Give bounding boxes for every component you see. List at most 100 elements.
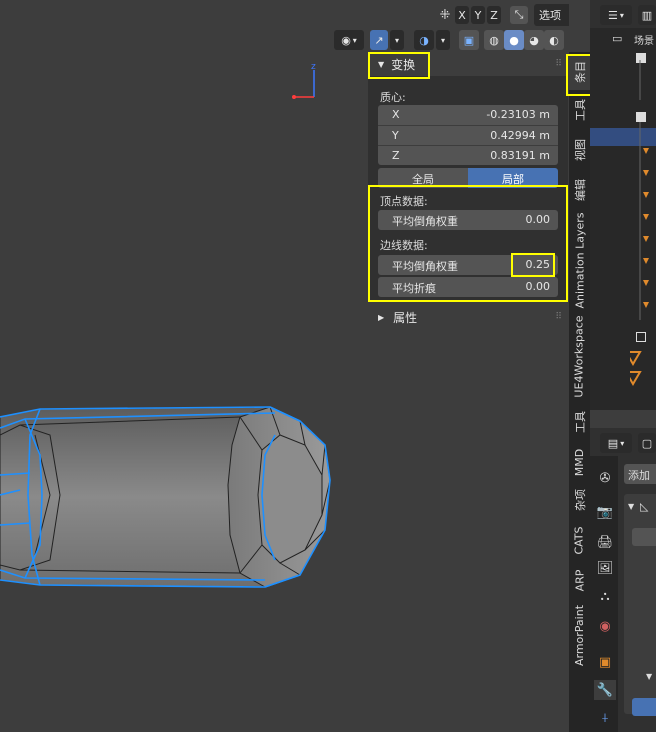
mirror-x-toggle[interactable]: X	[455, 6, 469, 24]
visibility-dropdown[interactable]: ◉ ▾	[334, 30, 364, 50]
tab-tool[interactable]: 工具	[569, 92, 590, 128]
vertex-bevel-weight-field[interactable]: 平均倒角权重 0.00	[378, 210, 558, 230]
edge-crease-label: 平均折痕	[392, 282, 436, 295]
collapse-triangle-icon: ▼	[378, 59, 385, 69]
square-icon: ▢	[641, 436, 653, 450]
modifier-apply-button[interactable]	[632, 698, 656, 716]
shading-rendered[interactable]: ◐	[544, 30, 564, 50]
median-x-value: -0.23103 m	[486, 108, 550, 121]
transform-panel-header[interactable]: ▼ 变换 ⠿	[368, 52, 568, 76]
options-dropdown[interactable]: 选项 ⌄	[534, 4, 569, 26]
modifier-field[interactable]	[632, 528, 656, 546]
tab-cats[interactable]: CATS	[569, 520, 590, 560]
sidebar-tabs: 条目 工具 视图 编辑 Animation Layers UE4Workspac…	[566, 52, 598, 732]
tab-edit[interactable]: 编辑	[569, 172, 590, 208]
tab-view[interactable]: 视图	[569, 132, 590, 168]
xray-toggle[interactable]: ▣	[459, 30, 479, 50]
view-layer-icon[interactable]: 🖼	[594, 558, 616, 578]
attributes-panel-header[interactable]: ▶ 属性 ⠿	[368, 305, 568, 329]
properties-icon: ▤	[607, 436, 619, 450]
median-y-field[interactable]: Y 0.42994 m	[378, 125, 558, 145]
chevron-down-icon: ⌄	[568, 5, 569, 18]
world-icon[interactable]: ◉	[594, 616, 616, 636]
display-mode-dropdown[interactable]: ☰ ▾	[600, 5, 632, 25]
filter-icon: ▥	[641, 8, 653, 22]
mirror-icon[interactable]: ⁜	[436, 6, 454, 24]
filter-button[interactable]: ▥	[638, 5, 656, 25]
scene-collection-row[interactable]: ▭ 场景	[590, 30, 656, 48]
tab-item[interactable]: 条目	[569, 54, 590, 90]
modifier-icon: ◺	[640, 500, 649, 513]
add-modifier-label: 添加	[628, 469, 650, 482]
outliner: ☰ ▾ ▥ ▭ 场景	[590, 0, 656, 410]
object-icon[interactable]: ▣	[594, 652, 616, 672]
attributes-title: 属性	[393, 310, 418, 325]
eye-icon: ◉	[341, 33, 351, 47]
gizmo-dropdown[interactable]: ▾	[390, 30, 404, 50]
overlay-dropdown[interactable]: ▾	[436, 30, 450, 50]
vertex-bevel-weight-value: 0.00	[525, 213, 551, 226]
sidebar-panel: ▼ 变换 ⠿ 质心: X -0.23103 m Y 0.42994 m Z 0.…	[368, 52, 568, 332]
shading-material[interactable]: ◕	[524, 30, 544, 50]
tab-armorpaint[interactable]: ArmorPaint	[569, 602, 590, 668]
edge-bevel-weight-field[interactable]: 平均倒角权重 0.25	[378, 255, 558, 275]
output-icon[interactable]: 🖨	[594, 532, 616, 552]
edge-crease-field[interactable]: 平均折痕 0.00	[378, 277, 558, 297]
shading-solid[interactable]: ●	[504, 30, 524, 50]
wireframe-sphere-icon: ◍	[489, 33, 499, 47]
properties-editor: ▤ ▾ ▢ ✇ 📷 🖨 🖼 ⛬ ◉ ▣ 🔧 ⍭ 添加 ▼ ◺ ▼	[590, 428, 656, 732]
mirror-z-toggle[interactable]: Z	[487, 6, 501, 24]
tab-ue4workspace[interactable]: UE4Workspace	[569, 314, 590, 398]
modifier-wrench-icon[interactable]: 🔧	[594, 680, 616, 700]
add-modifier-button[interactable]: 添加	[624, 464, 656, 484]
xray-icon: ▣	[463, 33, 475, 47]
transform-title: 变换	[391, 57, 416, 72]
render-icon[interactable]: 📷	[594, 502, 616, 522]
overlay-toggle[interactable]: ◑	[414, 30, 434, 50]
space-local-label: 局部	[502, 173, 524, 186]
collapse-triangle-icon[interactable]: ▼	[628, 502, 634, 511]
overlay-icon: ◑	[419, 33, 429, 47]
modifier-subpanel-triangle-icon[interactable]: ▼	[646, 672, 652, 681]
tab-arp[interactable]: ARP	[569, 562, 590, 598]
pin-button[interactable]: ▢	[638, 433, 656, 453]
tab-tool-2[interactable]: 工具	[569, 402, 590, 442]
tab-mmd[interactable]: MMD	[569, 444, 590, 480]
axis-z-label: Z	[392, 149, 400, 162]
gizmo-arrow-icon: ↗	[374, 33, 384, 47]
editor-type-dropdown[interactable]: ▤ ▾	[600, 433, 632, 453]
space-local-button[interactable]: 局部	[468, 168, 558, 188]
median-x-field[interactable]: X -0.23103 m	[378, 105, 558, 125]
gizmo-toggle[interactable]: ↗	[370, 30, 388, 50]
vertex-data-label: 顶点数据:	[380, 195, 428, 208]
rendered-sphere-icon: ◐	[549, 33, 559, 47]
chevron-down-icon: ▾	[619, 10, 624, 20]
drag-handle-icon[interactable]: ⠿	[555, 312, 562, 322]
tool-icon[interactable]: ✇	[594, 468, 616, 488]
edge-data-label: 边线数据:	[380, 239, 428, 252]
mirror-y-toggle[interactable]: Y	[471, 6, 485, 24]
tab-misc[interactable]: 杂项	[569, 482, 590, 518]
median-label: 质心:	[380, 91, 406, 104]
material-sphere-icon: ◕	[529, 33, 539, 47]
options-label: 选项	[539, 9, 561, 22]
space-global-label: 全局	[412, 173, 434, 186]
list-icon: ☰	[608, 8, 618, 22]
space-global-button[interactable]: 全局	[378, 168, 468, 188]
axis-y-label: Y	[392, 129, 399, 142]
tab-animation-layers[interactable]: Animation Layers	[569, 210, 590, 310]
scene-label: 场景	[634, 36, 654, 47]
solid-sphere-icon: ●	[509, 33, 519, 47]
median-z-field[interactable]: Z 0.83191 m	[378, 145, 558, 165]
drag-handle-icon[interactable]: ⠿	[555, 59, 562, 69]
median-y-value: 0.42994 m	[490, 129, 550, 142]
gizmo-z-label: z	[311, 62, 316, 72]
particles-icon[interactable]: ⍭	[594, 708, 616, 728]
cylinder-mesh	[0, 406, 331, 588]
modifier-panel	[624, 494, 656, 714]
scene-icon[interactable]: ⛬	[594, 586, 616, 606]
shading-wireframe[interactable]: ◍	[484, 30, 504, 50]
auto-merge-toggle[interactable]: ⤡	[510, 6, 528, 24]
vertex-bevel-weight-label: 平均倒角权重	[392, 215, 458, 228]
axis-x-label: X	[392, 108, 400, 121]
